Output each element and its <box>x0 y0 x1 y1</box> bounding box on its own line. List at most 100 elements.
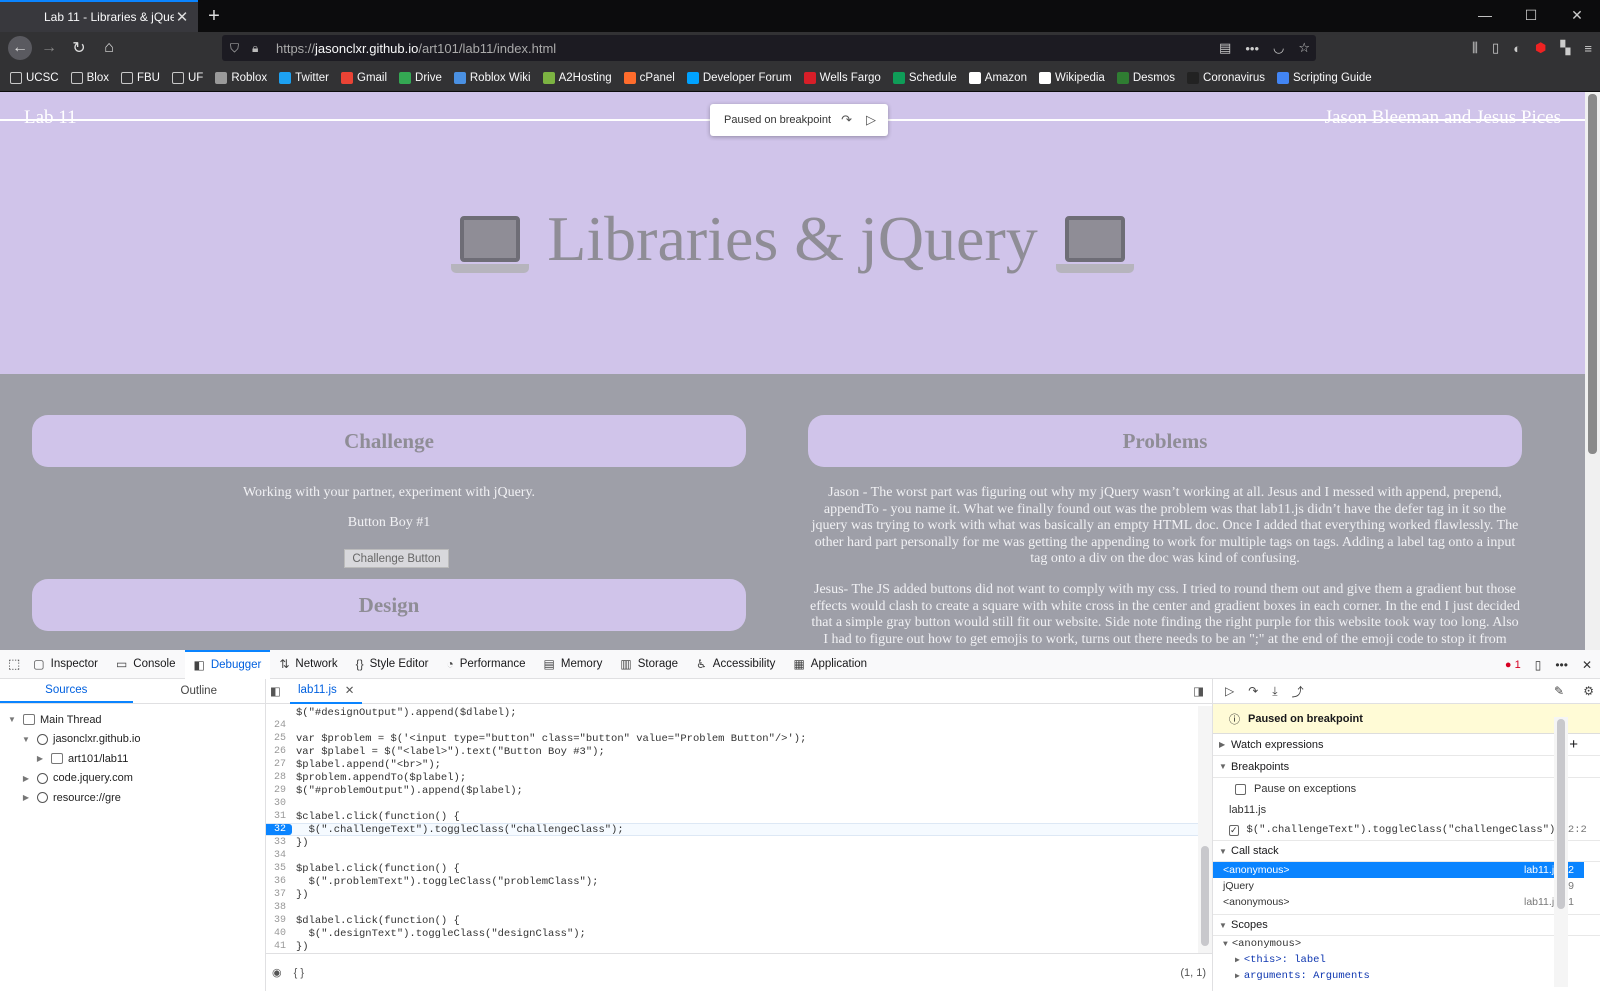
menu-icon[interactable]: ≡ <box>1584 41 1592 56</box>
home-icon[interactable]: ⌂ <box>96 35 122 61</box>
expand-arrow-icon[interactable]: ▼ <box>1223 940 1228 949</box>
challenge-button[interactable]: Challenge Button <box>344 549 449 568</box>
tab-inspector[interactable]: ▢ Inspector <box>24 650 107 679</box>
url-bar[interactable]: ⛉ 🔒︎ https://jasonclxr.github.io/art101/… <box>222 35 1316 61</box>
debugger-settings-icon[interactable]: ⚙ <box>1583 684 1594 698</box>
bookmark-item[interactable]: Roblox Wiki <box>453 71 531 84</box>
bookmark-star-icon[interactable]: ☆ <box>1298 40 1310 56</box>
code-line[interactable]: 24 <box>266 719 1198 732</box>
code-line[interactable]: 39 $dlabel.click(function() { <box>266 914 1198 927</box>
maximize-icon[interactable]: ☐ <box>1508 0 1554 30</box>
browser-tab[interactable]: Lab 11 - Libraries & jQuery ✕ <box>0 0 198 32</box>
line-number[interactable]: 37 <box>266 889 292 900</box>
bookmark-item[interactable]: cPanel <box>623 71 675 84</box>
line-number[interactable]: 35 <box>266 863 292 874</box>
bookmark-item[interactable]: Twitter <box>279 71 329 84</box>
line-number[interactable]: 36 <box>266 876 292 887</box>
line-number[interactable]: 24 <box>266 720 292 731</box>
pocket-icon[interactable]: ◡ <box>1273 40 1284 56</box>
expand-arrow-icon[interactable]: ▶ <box>1235 971 1240 981</box>
pause-exceptions-checkbox[interactable] <box>1235 783 1246 795</box>
source-tree-item[interactable]: ▼ jasonclxr.github.io <box>0 730 265 750</box>
sidebar-scrollbar[interactable] <box>1554 717 1568 987</box>
expand-arrow-icon[interactable]: ▶ <box>20 793 32 802</box>
pause-on-exceptions[interactable]: Pause on exceptions <box>1213 778 1600 800</box>
shield-icon[interactable]: ⛉ <box>230 41 239 56</box>
line-number[interactable]: 26 <box>266 746 292 757</box>
source-tree-item[interactable]: ▶ art101/lab11 <box>0 749 265 769</box>
tab-style-editor[interactable]: {} Style Editor <box>347 650 438 679</box>
toggle-panes-icon[interactable]: ◨ <box>1193 684 1204 698</box>
bookmark-item[interactable]: Roblox <box>215 71 267 84</box>
code-line[interactable]: 27 $plabel.append("<br>"); <box>266 758 1198 771</box>
bookmark-item[interactable]: Drive <box>399 71 442 84</box>
forward-icon[interactable]: → <box>36 35 62 61</box>
close-tab-icon[interactable]: ✕ <box>174 8 190 26</box>
expand-arrow-icon[interactable]: ▶ <box>1235 955 1240 965</box>
pretty-print-icon[interactable]: ◉ <box>272 966 282 979</box>
line-number[interactable]: 39 <box>266 915 292 926</box>
file-tab[interactable]: lab11.js ✕ <box>290 679 363 704</box>
code-line[interactable]: 38 <box>266 901 1198 914</box>
bookmark-item[interactable]: Scripting Guide <box>1277 71 1372 84</box>
bookmark-item[interactable]: Developer Forum <box>686 71 792 84</box>
code-line[interactable]: 35 $plabel.click(function() { <box>266 862 1198 875</box>
element-picker-icon[interactable]: ⬚ <box>8 656 20 672</box>
step-over-icon[interactable]: ↷ <box>1248 684 1258 698</box>
dock-icon[interactable]: ▯ <box>1535 658 1542 672</box>
tab-console[interactable]: ▭ Console <box>107 650 185 679</box>
devtools-more-icon[interactable]: ••• <box>1555 658 1568 672</box>
tab-accessibility[interactable]: ♿ Accessibility <box>687 650 784 679</box>
line-number[interactable]: 33 <box>266 837 292 848</box>
close-file-icon[interactable]: ✕ <box>345 683 355 697</box>
bookmark-item[interactable]: Coronavirus <box>1187 71 1265 84</box>
extensions-icon[interactable]: ▚ <box>1560 40 1570 56</box>
code-line[interactable]: 41}) <box>266 940 1198 952</box>
bookmark-item[interactable]: Blox <box>70 71 109 84</box>
code-line[interactable]: 33}) <box>266 836 1198 849</box>
expand-arrow-icon[interactable]: ▼ <box>6 715 18 724</box>
code-line[interactable]: 36 $(".problemText").toggleClass("proble… <box>266 875 1198 888</box>
expand-arrow-icon[interactable]: ▶ <box>20 774 32 783</box>
code-line[interactable]: 37}) <box>266 888 1198 901</box>
tab-memory[interactable]: ▤ Memory <box>535 650 612 679</box>
expand-arrow-icon[interactable]: ▶ <box>34 754 46 763</box>
step-over-icon[interactable]: ↷ <box>841 112 852 128</box>
code-line[interactable]: 25 var $problem = $('<input type="button"… <box>266 732 1198 745</box>
tab-outline[interactable]: Outline <box>133 679 266 703</box>
scopes-section[interactable]: ▼ Scopes <box>1213 914 1600 936</box>
source-tree-item[interactable]: ▶ code.jquery.com <box>0 769 265 789</box>
step-out-icon[interactable]: ⤴ <box>1292 683 1304 700</box>
back-icon[interactable]: ← <box>8 36 32 60</box>
tab-storage[interactable]: ▥ Storage <box>611 650 687 679</box>
reader-view-icon[interactable]: ▤ <box>1219 40 1231 56</box>
close-window-icon[interactable]: ✕ <box>1554 0 1600 30</box>
tab-debugger[interactable]: ◧ Debugger <box>184 649 271 679</box>
editor-scrollbar[interactable] <box>1198 706 1212 953</box>
bookmark-item[interactable]: UCSC <box>10 71 59 84</box>
scope-item[interactable]: ▶ arguments: Arguments <box>1213 968 1600 984</box>
line-number[interactable]: 28 <box>266 772 292 783</box>
expand-arrow-icon[interactable]: ▼ <box>20 735 32 744</box>
breakpoint-checkbox[interactable]: ✓ <box>1229 824 1239 836</box>
close-devtools-icon[interactable]: ✕ <box>1582 658 1592 672</box>
bookmark-item[interactable]: Desmos <box>1116 71 1175 84</box>
adblock-icon[interactable]: ⬢ <box>1535 40 1546 56</box>
call-stack-frame[interactable]: jQuery 9 <box>1213 878 1584 894</box>
call-stack-frame[interactable]: <anonymous> lab11.js:32 <box>1213 862 1584 878</box>
code-line[interactable]: 28 $problem.appendTo($plabel); <box>266 771 1198 784</box>
call-stack-section[interactable]: ▼ Call stack <box>1213 840 1600 862</box>
line-number[interactable]: 32 <box>266 824 292 835</box>
bookmark-item[interactable]: Wikipedia <box>1038 71 1105 84</box>
scope-item[interactable]: ▼ <anonymous> <box>1213 936 1600 952</box>
source-tree-item[interactable]: ▶ resource://gre <box>0 788 265 808</box>
line-number[interactable]: 31 <box>266 811 292 822</box>
source-tree-item[interactable]: ▼ Main Thread <box>0 710 265 730</box>
tab-network[interactable]: ⇅ Network <box>270 650 346 679</box>
tab-performance[interactable]: ◔ Performance <box>437 650 534 679</box>
bookmark-item[interactable]: Gmail <box>341 71 387 84</box>
code-line[interactable]: 34 <box>266 849 1198 862</box>
bookmark-item[interactable]: UF <box>171 71 203 84</box>
code-line[interactable]: 29 $("#problemOutput").append($plabel); <box>266 784 1198 797</box>
minimize-icon[interactable]: — <box>1462 0 1508 30</box>
